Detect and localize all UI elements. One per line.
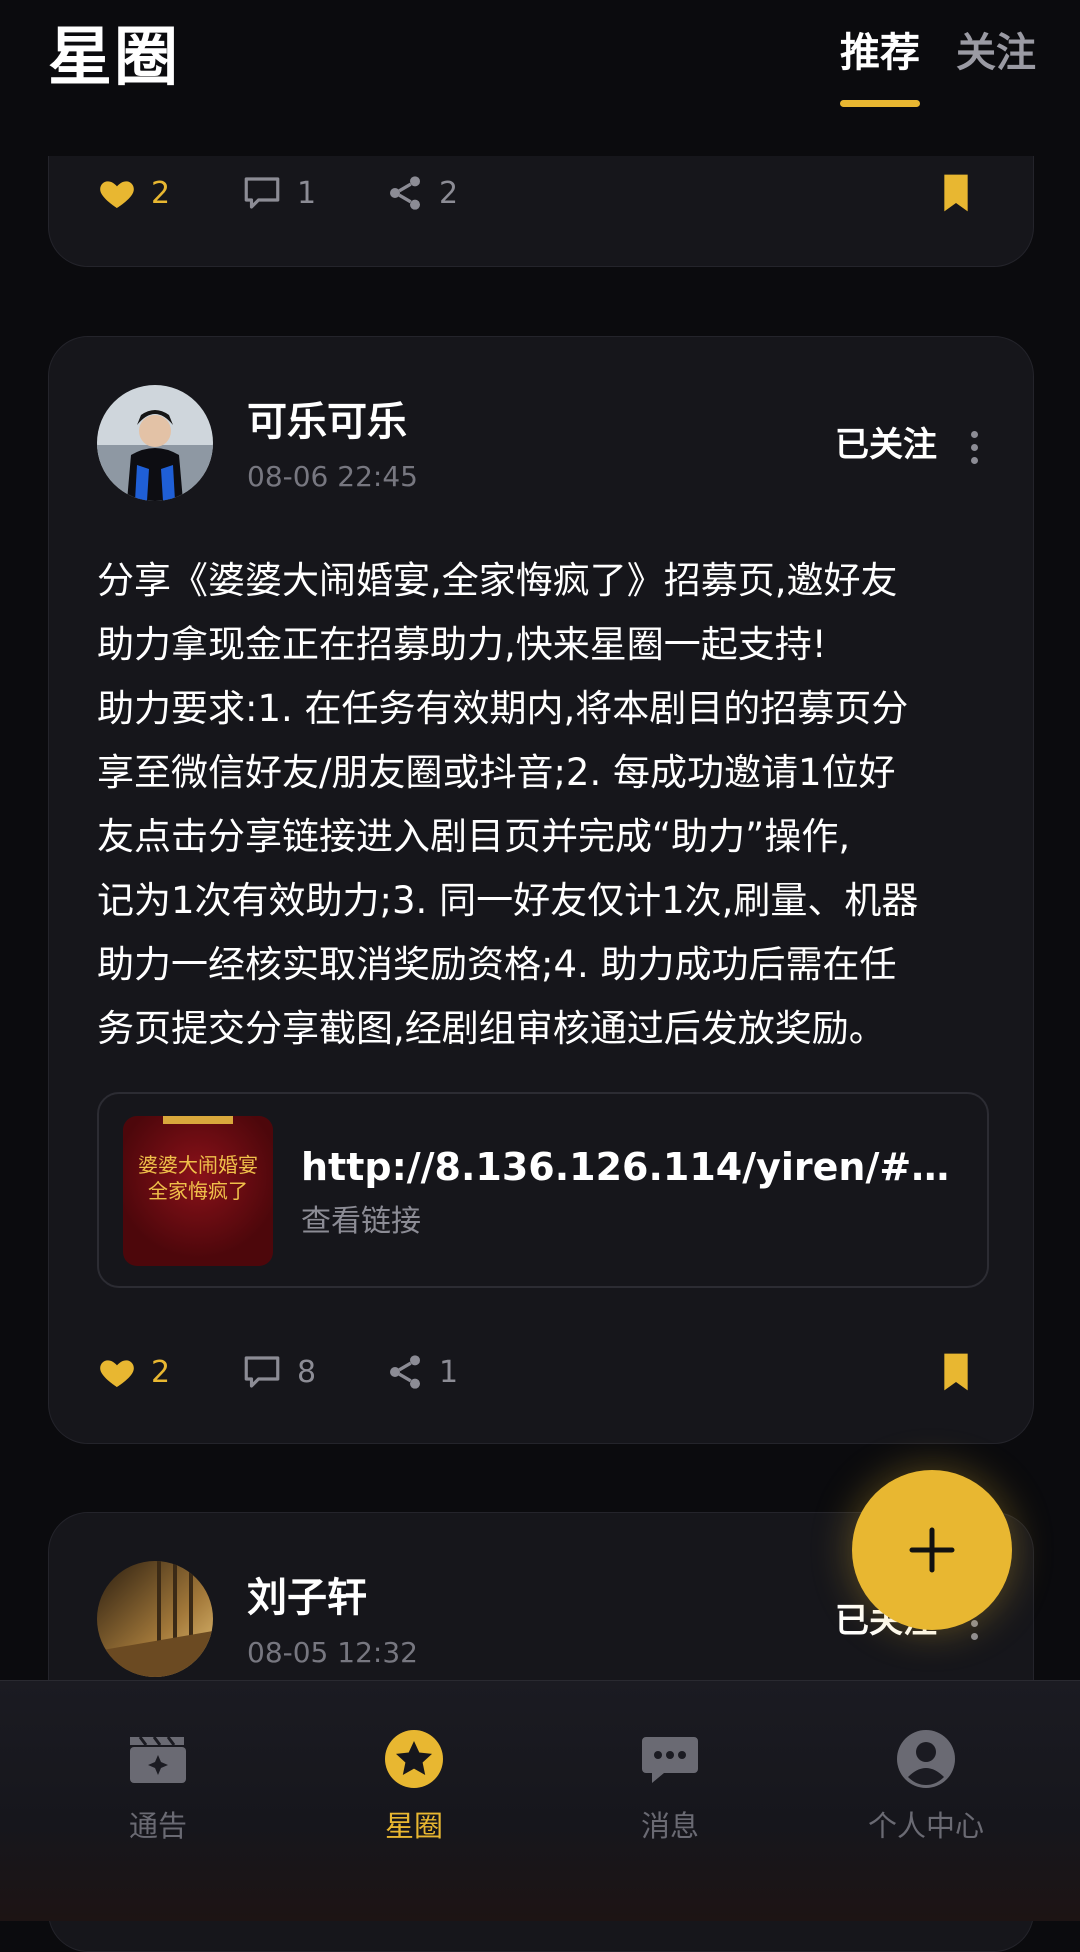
comment-icon: [244, 177, 280, 209]
like-count: 2: [151, 1354, 171, 1390]
nav-item-star-circle[interactable]: 星圈: [314, 1727, 514, 1845]
user-icon: [894, 1727, 958, 1791]
link-url: http://8.136.126.114/yiren/#/pages/recru…: [301, 1145, 961, 1189]
nav-item-messages[interactable]: 消息: [570, 1727, 770, 1845]
link-preview-card[interactable]: 婆婆大闹婚宴 全家悔疯了 http://8.136.126.114/yiren/…: [97, 1092, 989, 1288]
tab-recommend[interactable]: 推荐: [840, 28, 920, 78]
author-name[interactable]: 可乐可乐: [247, 397, 407, 447]
heart-icon: [100, 181, 134, 208]
like-count: 2: [151, 175, 171, 211]
nav-label: 星圈: [384, 1809, 443, 1843]
bookmark-icon: [944, 1353, 968, 1391]
view-link-label: 查看链接: [301, 1204, 421, 1239]
follow-button[interactable]: 已关注: [835, 423, 937, 467]
comment-icon: [244, 1356, 280, 1388]
comment-count: 1: [297, 175, 317, 211]
post-actions: 2 8 1: [49, 1342, 1033, 1402]
post-actions: 2 1 2: [49, 163, 1033, 223]
more-options-button[interactable]: [971, 431, 981, 470]
share-button[interactable]: 2: [385, 163, 458, 223]
bookmark-button[interactable]: [939, 163, 973, 223]
share-button[interactable]: 1: [385, 1342, 458, 1402]
like-button[interactable]: 2: [97, 163, 170, 223]
bookmark-icon: [944, 174, 968, 212]
comment-button[interactable]: 1: [241, 163, 316, 223]
post-time: 08-06 22:45: [247, 460, 418, 493]
comment-count: 8: [297, 1354, 317, 1390]
post-time: 08-05 12:32: [247, 1636, 418, 1669]
like-button[interactable]: 2: [97, 1342, 170, 1402]
comment-button[interactable]: 8: [241, 1342, 316, 1402]
heart-icon: [100, 1360, 134, 1387]
author-name[interactable]: 刘子轩: [247, 1573, 367, 1623]
post-card: 可乐可乐 08-06 22:45 已关注 分享《婆婆大闹婚宴,全家悔疯了》招募页…: [48, 336, 1034, 1444]
more-vertical-icon: [971, 431, 981, 464]
avatar[interactable]: [97, 385, 213, 501]
chat-bubble-icon: [638, 1727, 702, 1791]
nav-label: 个人中心: [867, 1809, 984, 1843]
post-content: 分享《婆婆大闹婚宴,全家悔疯了》招募页,邀好友 助力拿现金正在招募助力,快来星圈…: [97, 559, 919, 1050]
nav-label: 消息: [640, 1809, 699, 1843]
create-post-button[interactable]: [852, 1470, 1012, 1630]
nav-item-profile[interactable]: 个人中心: [826, 1727, 1026, 1845]
bookmark-button[interactable]: [939, 1342, 973, 1402]
share-count: 1: [439, 1354, 459, 1390]
tab-following[interactable]: 关注: [956, 28, 1036, 78]
link-thumbnail: 婆婆大闹婚宴 全家悔疯了: [123, 1116, 273, 1266]
share-count: 2: [439, 175, 459, 211]
thumbnail-title: 婆婆大闹婚宴 全家悔疯了: [138, 1153, 258, 1203]
nav-label: 通告: [128, 1809, 187, 1843]
plus-icon: [909, 1527, 955, 1573]
avatar[interactable]: [97, 1561, 213, 1677]
nav-item-announcements[interactable]: 通告: [58, 1727, 258, 1845]
bottom-nav: 通告 星圈 消息 个人中心: [0, 1680, 1080, 1921]
star-circle-icon: [382, 1727, 446, 1791]
top-header: 星圈 推荐 关注: [0, 0, 1080, 156]
active-tab-indicator: [840, 100, 920, 107]
clapperboard-icon: [126, 1727, 190, 1791]
share-icon: [390, 1355, 420, 1389]
share-icon: [390, 176, 420, 210]
app-title: 星圈: [48, 21, 180, 95]
